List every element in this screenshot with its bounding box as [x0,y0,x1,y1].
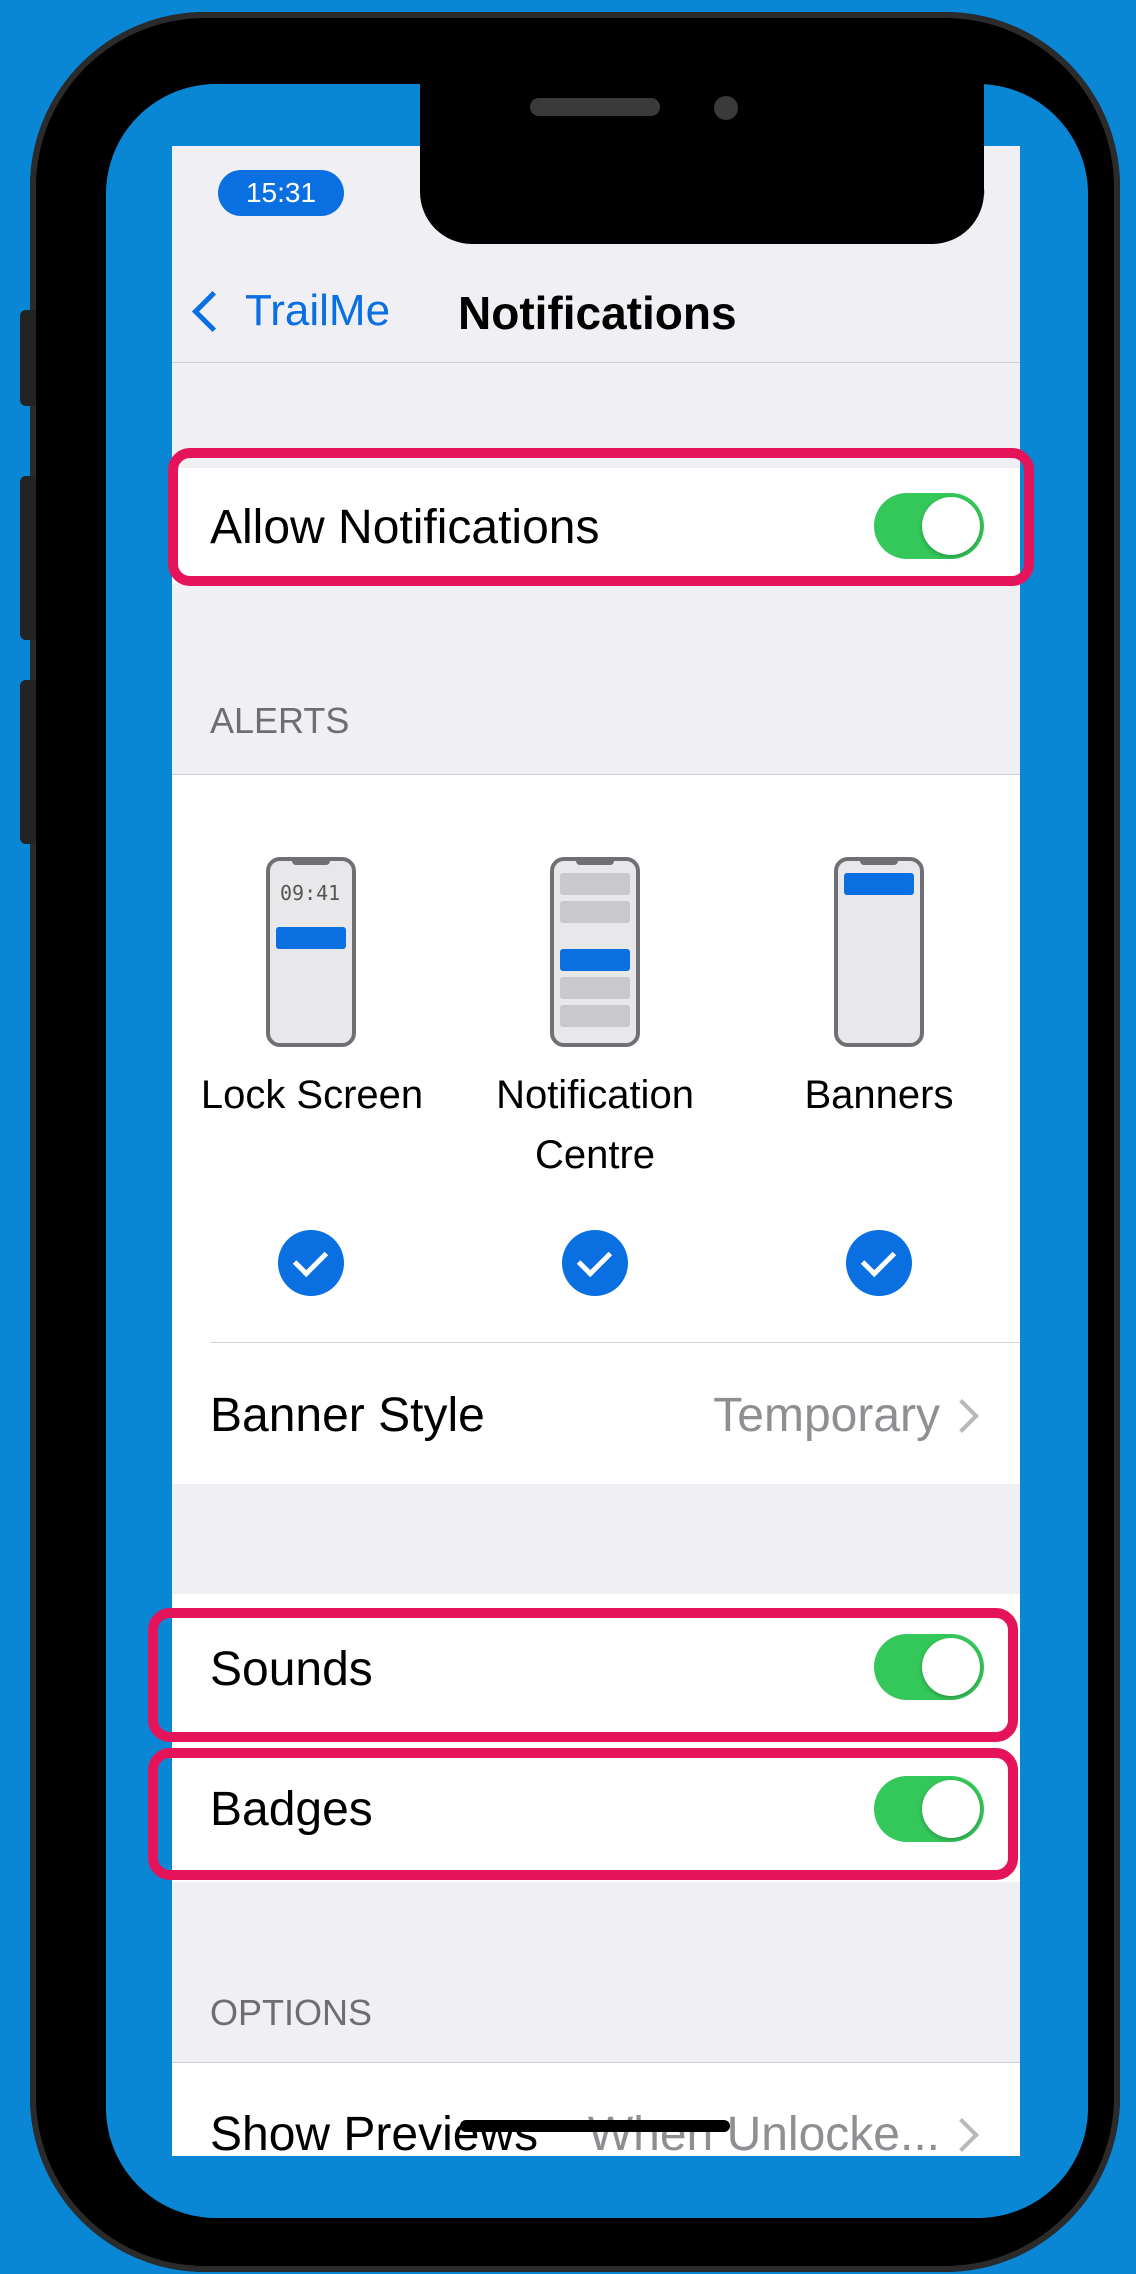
highlight-sounds [148,1608,1018,1742]
notification-centre-label: Notification Centre [496,1073,694,1177]
volume-up-button [20,476,36,640]
volume-down-button [20,680,36,844]
banner-style-value: Temporary [713,1389,940,1442]
page-title: Notifications [458,287,737,339]
banners-label: Banners [804,1073,954,1117]
highlight-badges [148,1748,1018,1880]
options-section-header: OPTIONS [210,1992,373,2033]
chevron-right-icon [945,2118,979,2152]
mute-switch [20,310,36,406]
banners-preview-icon[interactable] [834,857,924,1047]
front-camera [714,96,738,120]
home-indicator[interactable] [460,2120,730,2132]
navigation-bar: TrailMe Notifications [172,256,1020,363]
status-time[interactable]: 15:31 [218,170,344,216]
notch [420,84,984,244]
banners-check-icon[interactable] [846,1230,912,1296]
divider [210,1342,1020,1343]
alerts-panel: 09:41 Lock Screen Notification Centre Ba… [172,774,1020,1183]
back-label: TrailMe [245,286,391,335]
show-previews-row[interactable]: Show Previews When Unlocke... [172,2062,1020,2156]
preview-time: 09:41 [280,881,341,905]
chevron-right-icon [945,1399,979,1433]
lock-screen-label: Lock Screen [200,1073,424,1117]
notification-centre-check-icon[interactable] [562,1230,628,1296]
highlight-allow-notifications [168,448,1034,586]
banner-style-label: Banner Style [210,1389,485,1442]
chevron-left-icon [191,290,234,332]
lock-screen-check-icon[interactable] [278,1230,344,1296]
notification-centre-preview-icon[interactable] [550,857,640,1047]
alerts-section-header: ALERTS [210,700,350,741]
lock-screen-preview-icon[interactable]: 09:41 [266,857,356,1047]
banner-style-row[interactable]: Banner Style Temporary [172,1342,1020,1484]
back-button[interactable]: TrailMe [188,286,390,336]
speaker [530,98,660,116]
